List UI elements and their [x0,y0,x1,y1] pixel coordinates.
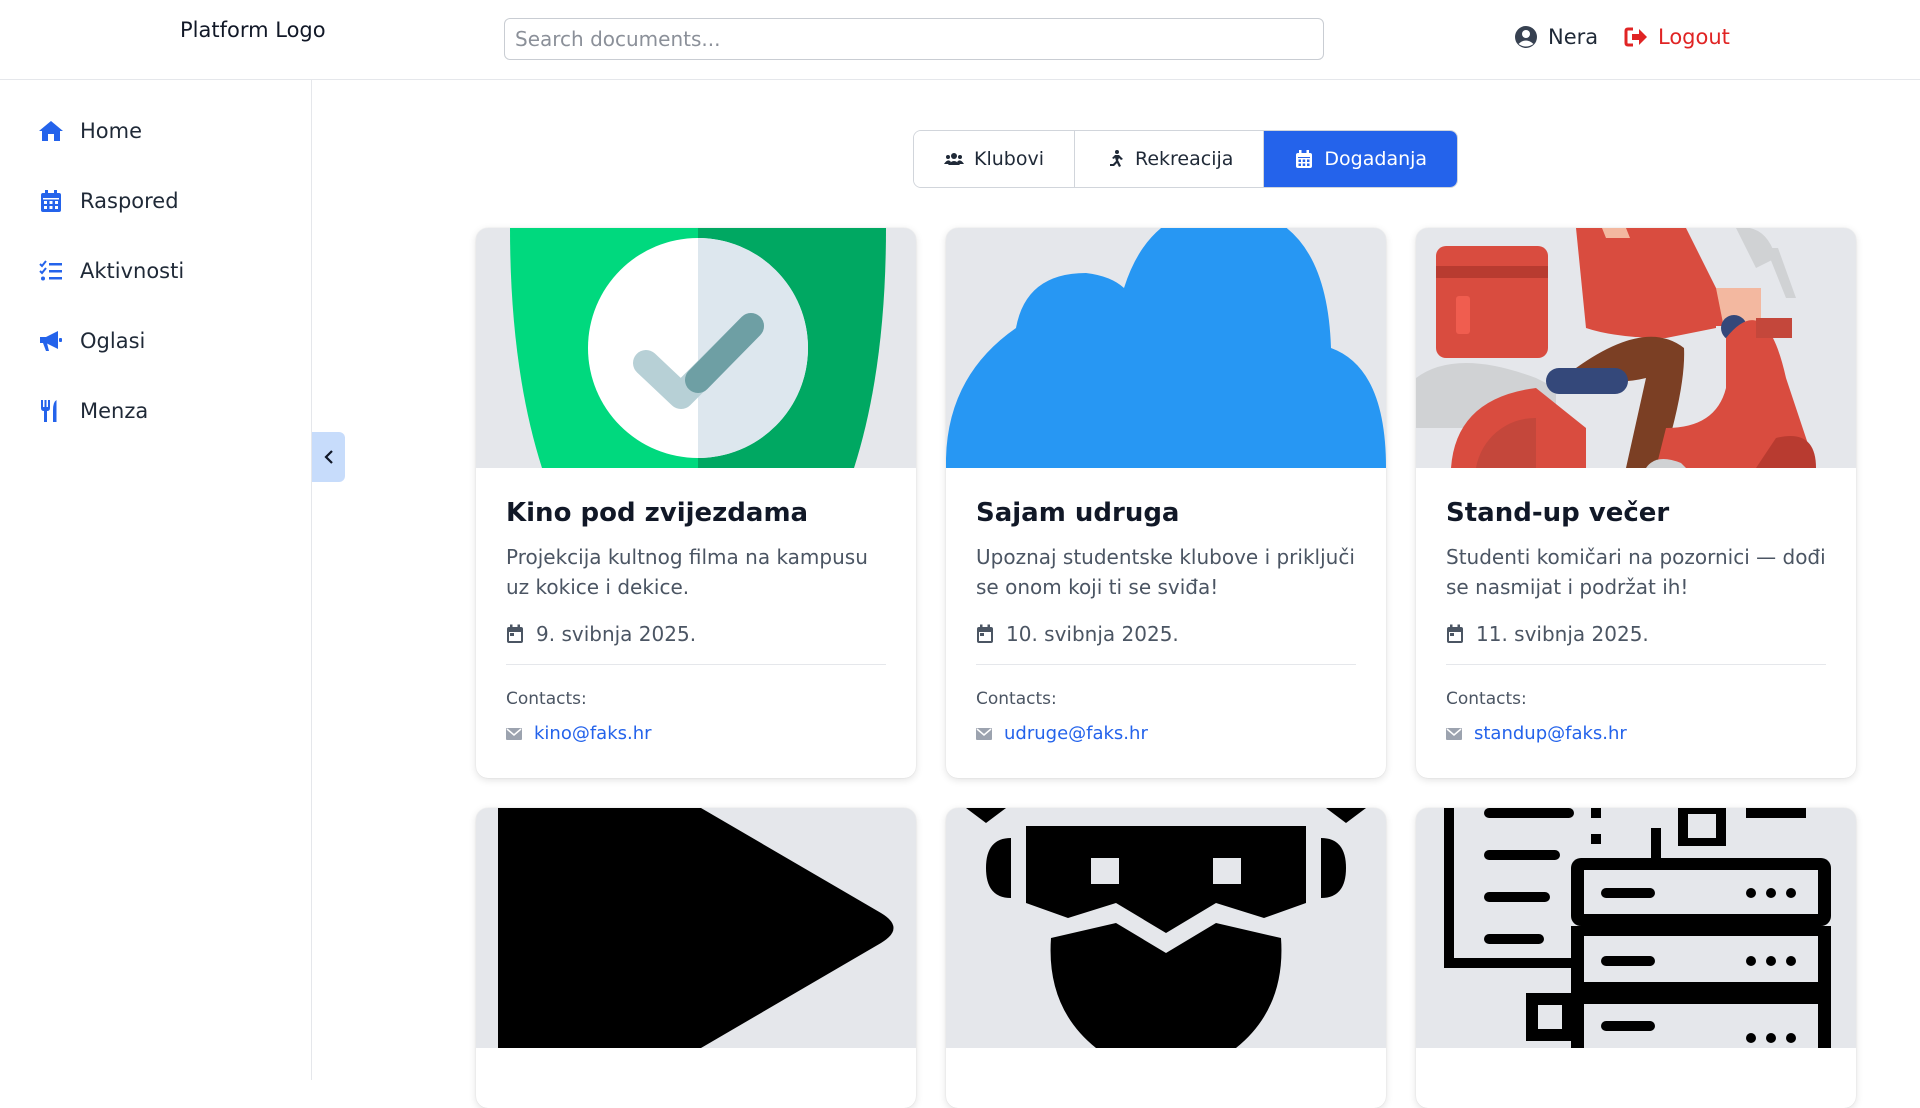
logout-icon [1624,27,1647,47]
sidebar-item-label: Home [80,119,143,143]
contacts-label: Contacts: [1446,689,1527,709]
card-image [476,228,916,468]
card-description: Upoznaj studentske klubove i priključi s… [976,545,1355,599]
calendar-icon [1296,150,1313,168]
card-date: 11. svibnja 2025. [1446,622,1826,646]
search-input[interactable] [504,18,1324,60]
card-date-text: 11. svibnja 2025. [1476,622,1649,646]
contact-email-link[interactable]: kino@faks.hr [506,723,886,744]
calendar-icon [1447,624,1463,643]
user-circle-icon [1515,26,1537,48]
contacts-label: Contacts: [506,689,587,709]
sidebar-item-label: Menza [80,399,149,423]
card-image [1416,228,1856,468]
calendar-icon [977,624,993,643]
tab-label: Rekreacija [1135,148,1234,170]
platform-logo[interactable]: Platform Logo [180,18,326,42]
sidebar-item-oglasi[interactable]: Oglasi [38,328,145,354]
card-date: 10. svibnja 2025. [976,622,1356,646]
card-title: Kino pod zvijezdama [506,498,809,528]
card-title: Stand-up večer [1446,498,1670,528]
tab-klubovi[interactable]: Klubovi [914,131,1075,187]
sidebar-item-aktivnosti[interactable]: Aktivnosti [38,258,184,284]
tab-label: Dogadanja [1324,148,1428,170]
event-card[interactable]: Sajam udruga Upoznaj studentske klubove … [946,228,1386,778]
mail-icon [976,727,992,740]
sidebar-item-raspored[interactable]: Raspored [38,188,179,214]
server-list-icon [1444,808,1831,1048]
user-menu[interactable]: Nera [1514,25,1598,49]
sidebar-item-label: Oglasi [80,329,146,353]
card-divider [976,664,1356,665]
event-card[interactable] [1416,808,1856,1108]
running-icon [1110,150,1123,167]
play-icon [498,808,894,1048]
contact-email-link[interactable]: udruge@faks.hr [976,723,1356,744]
utensils-icon [41,400,57,422]
contact-email: udruge@faks.hr [1004,723,1148,744]
card-image [476,808,916,1048]
category-tabs: Klubovi Rekreacija Dogadanja [913,130,1459,188]
card-divider [1446,664,1826,665]
card-date-text: 9. svibnja 2025. [536,622,697,646]
tab-dogadanja[interactable]: Dogadanja [1264,131,1458,187]
mail-icon [506,727,522,740]
sidebar-item-label: Aktivnosti [80,259,185,283]
list-check-icon [39,260,62,281]
card-image [1416,808,1856,1048]
event-card[interactable]: Stand-up večer Studenti komičari na pozo… [1416,228,1856,778]
cloud-icon [946,228,1386,468]
sidebar: Home Raspored Aktivnosti Oglasi Menza [0,80,312,1080]
users-icon [944,153,964,165]
tab-rekreacija[interactable]: Rekreacija [1075,131,1265,187]
card-description: Projekcija kultnog filma na kampusu uz k… [506,545,868,599]
sidebar-collapse-button[interactable] [312,432,345,482]
card-divider [506,664,886,665]
card-image [946,228,1386,468]
megaphone-icon [40,331,62,351]
user-name: Nera [1548,25,1599,49]
top-header: Platform Logo Nera Logout [0,0,1920,80]
contact-email: kino@faks.hr [534,723,652,744]
mail-icon [1446,727,1462,740]
shield-check-icon [510,228,886,468]
event-card[interactable]: Kino pod zvijezdama Projekcija kultnog f… [476,228,916,778]
sidebar-item-menza[interactable]: Menza [38,398,148,424]
delivery-scooter-icon [1416,228,1816,468]
event-card[interactable] [946,808,1386,1108]
contact-email: standup@faks.hr [1474,723,1627,744]
contact-email-link[interactable]: standup@faks.hr [1446,723,1826,744]
calendar-icon [507,624,523,643]
tab-label: Klubovi [974,148,1044,170]
card-image [946,808,1386,1048]
home-icon [39,121,63,141]
calendar-icon [41,190,61,212]
sidebar-item-label: Raspored [80,189,179,213]
sidebar-item-home[interactable]: Home [38,118,142,144]
logout-label: Logout [1658,25,1730,49]
card-description: Studenti komičari na pozornici — dođi se… [1446,545,1826,599]
event-card[interactable] [476,808,916,1108]
card-date-text: 10. svibnja 2025. [1006,622,1179,646]
card-title: Sajam udruga [976,498,1180,528]
logout-button[interactable]: Logout [1624,25,1730,49]
robot-icon [966,808,1366,1048]
chevron-left-icon [323,450,333,464]
contacts-label: Contacts: [976,689,1057,709]
card-date: 9. svibnja 2025. [506,622,886,646]
